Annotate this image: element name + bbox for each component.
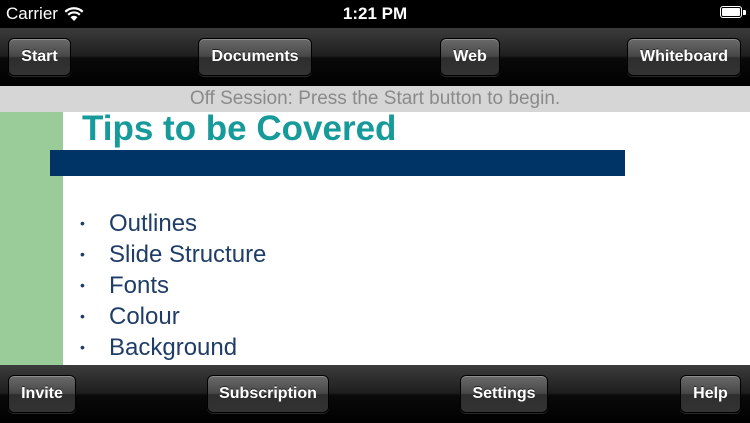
list-item: • Colour <box>80 301 266 332</box>
bullet-text: Background <box>109 334 238 361</box>
list-item: • Fonts <box>80 270 266 301</box>
help-button[interactable]: Help <box>680 375 741 413</box>
web-button[interactable]: Web <box>440 38 500 76</box>
slide-title: Tips to be Covered <box>82 112 397 148</box>
bottom-toolbar: Invite Subscription Settings Help <box>0 365 750 423</box>
top-toolbar: Start Documents Web Whiteboard <box>0 28 750 86</box>
whiteboard-button[interactable]: Whiteboard <box>627 38 741 76</box>
presentation-slide: Tips to be Covered • Outlines • Slide Stru… <box>0 112 750 365</box>
status-time: 1:21 PM <box>342 4 408 23</box>
invite-button[interactable]: Invite <box>8 375 76 413</box>
battery-fill <box>722 8 740 16</box>
subscription-button[interactable]: Subscription <box>207 375 329 413</box>
start-button[interactable]: Start <box>8 38 71 76</box>
list-item: • Slide Structure <box>80 239 266 270</box>
bullet-icon: • <box>80 339 85 355</box>
slide-bullet-list: • Outlines • Slide Structure • Fonts • Colou… <box>80 208 266 363</box>
settings-button[interactable]: Settings <box>460 375 548 413</box>
list-item: • Outlines <box>80 208 266 239</box>
bullet-icon: • <box>80 246 85 262</box>
title-underline-bar <box>50 150 625 176</box>
list-item: • Background <box>80 332 266 363</box>
status-bar: Carrier 1:21 PM <box>0 0 750 28</box>
bullet-icon: • <box>80 215 85 231</box>
bullet-text: Slide Structure <box>109 241 267 268</box>
session-notice: Off Session: Press the Start button to b… <box>0 86 750 112</box>
bullet-text: Colour <box>109 303 180 330</box>
battery-icon <box>720 6 746 18</box>
documents-button[interactable]: Documents <box>198 38 312 76</box>
bullet-text: Fonts <box>109 272 170 299</box>
bullet-icon: • <box>80 308 85 324</box>
bullet-text: Outlines <box>109 210 198 237</box>
bullet-icon: • <box>80 277 85 293</box>
